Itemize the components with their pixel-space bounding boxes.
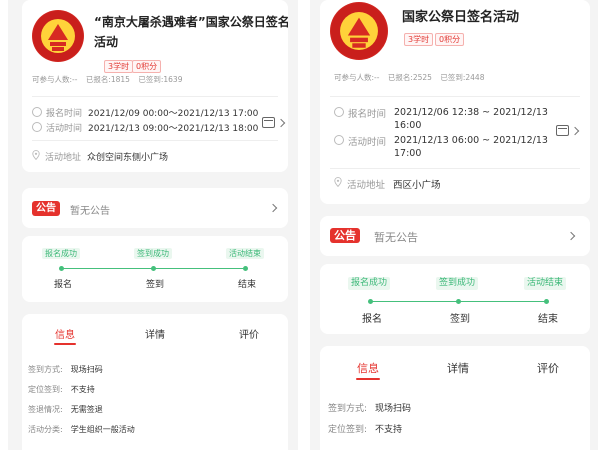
step-status: 报名成功: [42, 248, 80, 259]
notice-card[interactable]: 公告 暂无公告: [22, 188, 288, 228]
notice-text: 暂无公告: [374, 231, 418, 244]
chevron-right-icon[interactable]: [268, 203, 278, 213]
step-status: 活动结束: [226, 248, 264, 259]
step-dot: [59, 266, 64, 271]
right-screenshot-panel: 国家公祭日签名活动 3学时 0积分 可参与人数:-- 已报名:2525 已签到:…: [310, 0, 598, 450]
tab-detail[interactable]: 详情: [440, 360, 476, 376]
divider: [330, 96, 580, 97]
points-tag: 0积分: [132, 60, 162, 73]
chevron-right-icon[interactable]: [566, 231, 576, 241]
info-row: 签退情况: 无需签退: [28, 405, 103, 414]
tab-underline: [356, 378, 380, 380]
chevron-right-icon[interactable]: [570, 126, 580, 136]
step-name: 报名: [54, 280, 73, 290]
clock-icon: [32, 107, 42, 117]
progress-card: 报名成功 签到成功 活动结束 报名 签到 结束: [320, 264, 590, 334]
divider: [32, 140, 278, 141]
info-row: 活动分类: 学生组织一般活动: [28, 425, 135, 434]
add-calendar-icon[interactable]: [556, 125, 569, 136]
activity-title: “南京大屠杀遇难者”国家公祭日签名 活动: [94, 15, 288, 49]
notice-card[interactable]: 公告 暂无公告: [320, 216, 590, 256]
step-status: 活动结束: [524, 277, 567, 290]
step-status: 报名成功: [348, 277, 391, 290]
address-row: 活动地址 西区小广场: [334, 177, 441, 191]
step-dot: [368, 299, 373, 304]
register-time-row: 报名时间 2021/12/09 00:00～2021/12/13 17:00: [32, 106, 258, 119]
progress-card: 报名成功 签到成功 活动结束 报名 签到 结束: [22, 236, 288, 302]
hours-tag: 3学时: [404, 33, 434, 46]
step-name: 结束: [538, 314, 558, 325]
tab-info[interactable]: 信息: [50, 326, 80, 341]
info-row: 签到方式: 现场扫码: [28, 365, 103, 374]
register-time-row: 报名时间 2021/12/06 12:38 ~ 2021/12/13 16:00: [334, 106, 548, 132]
clock-icon: [334, 107, 344, 117]
add-calendar-icon[interactable]: [262, 117, 275, 128]
activity-stats: 可参与人数:-- 已报名:1815 已签到:1639: [32, 75, 183, 84]
school-logo-icon: [32, 10, 84, 62]
step-dot: [243, 266, 248, 271]
left-screenshot-panel: “南京大屠杀遇难者”国家公祭日签名 活动 3学时 0积分 可参与人数:-- 已报…: [8, 0, 298, 450]
info-row: 定位签到: 不支持: [28, 385, 95, 394]
step-name: 签到: [146, 280, 165, 290]
clock-icon: [32, 122, 42, 132]
step-name: 结束: [238, 280, 257, 290]
activity-time-row: 活动时间 2021/12/13 09:00～2021/12/13 18:00: [32, 121, 258, 134]
tab-underline: [54, 343, 76, 345]
points-tag: 0积分: [435, 33, 465, 46]
step-name: 报名: [362, 314, 382, 325]
school-logo-icon: [330, 2, 388, 60]
info-card: 信息 详情 评价 签到方式: 现场扫码 定位签到: 不支持 签退情况: 无需签退 活动…: [22, 314, 288, 450]
activity-header-card: “南京大屠杀遇难者”国家公祭日签名 活动 3学时 0积分 可参与人数:-- 已报…: [22, 0, 288, 172]
activity-header-card: 国家公祭日签名活动 3学时 0积分 可参与人数:-- 已报名:2525 已签到:…: [320, 0, 590, 204]
step-dot: [544, 299, 549, 304]
location-pin-icon: [334, 177, 342, 187]
tab-detail[interactable]: 详情: [140, 326, 170, 341]
tab-review[interactable]: 评价: [234, 326, 264, 341]
info-row: 定位签到: 不支持: [328, 425, 403, 435]
chevron-right-icon[interactable]: [276, 118, 286, 128]
step-status: 签到成功: [134, 248, 172, 259]
notice-badge: 公告: [330, 228, 360, 243]
divider: [32, 96, 278, 97]
info-row: 签到方式: 现场扫码: [328, 404, 412, 414]
step-dot: [151, 266, 156, 271]
tab-review[interactable]: 评价: [530, 360, 566, 376]
info-card: 信息 详情 评价 签到方式: 现场扫码 定位签到: 不支持: [320, 346, 590, 450]
step-dot: [456, 299, 461, 304]
address-row: 活动地址 众创空间东侧小广场: [32, 150, 168, 163]
location-pin-icon: [32, 150, 40, 160]
clock-icon: [334, 135, 344, 145]
step-name: 签到: [450, 314, 470, 325]
notice-badge: 公告: [32, 201, 60, 216]
notice-text: 暂无公告: [70, 206, 110, 217]
activity-time-row: 活动时间 2021/12/13 06:00 ~ 2021/12/13 17:00: [334, 134, 548, 160]
activity-stats: 可参与人数:-- 已报名:2525 已签到:2448: [334, 73, 485, 82]
tab-info[interactable]: 信息: [350, 360, 386, 376]
hours-tag: 3学时: [104, 60, 134, 73]
step-status: 签到成功: [436, 277, 479, 290]
divider: [330, 168, 580, 169]
activity-title: 国家公祭日签名活动: [402, 10, 520, 25]
